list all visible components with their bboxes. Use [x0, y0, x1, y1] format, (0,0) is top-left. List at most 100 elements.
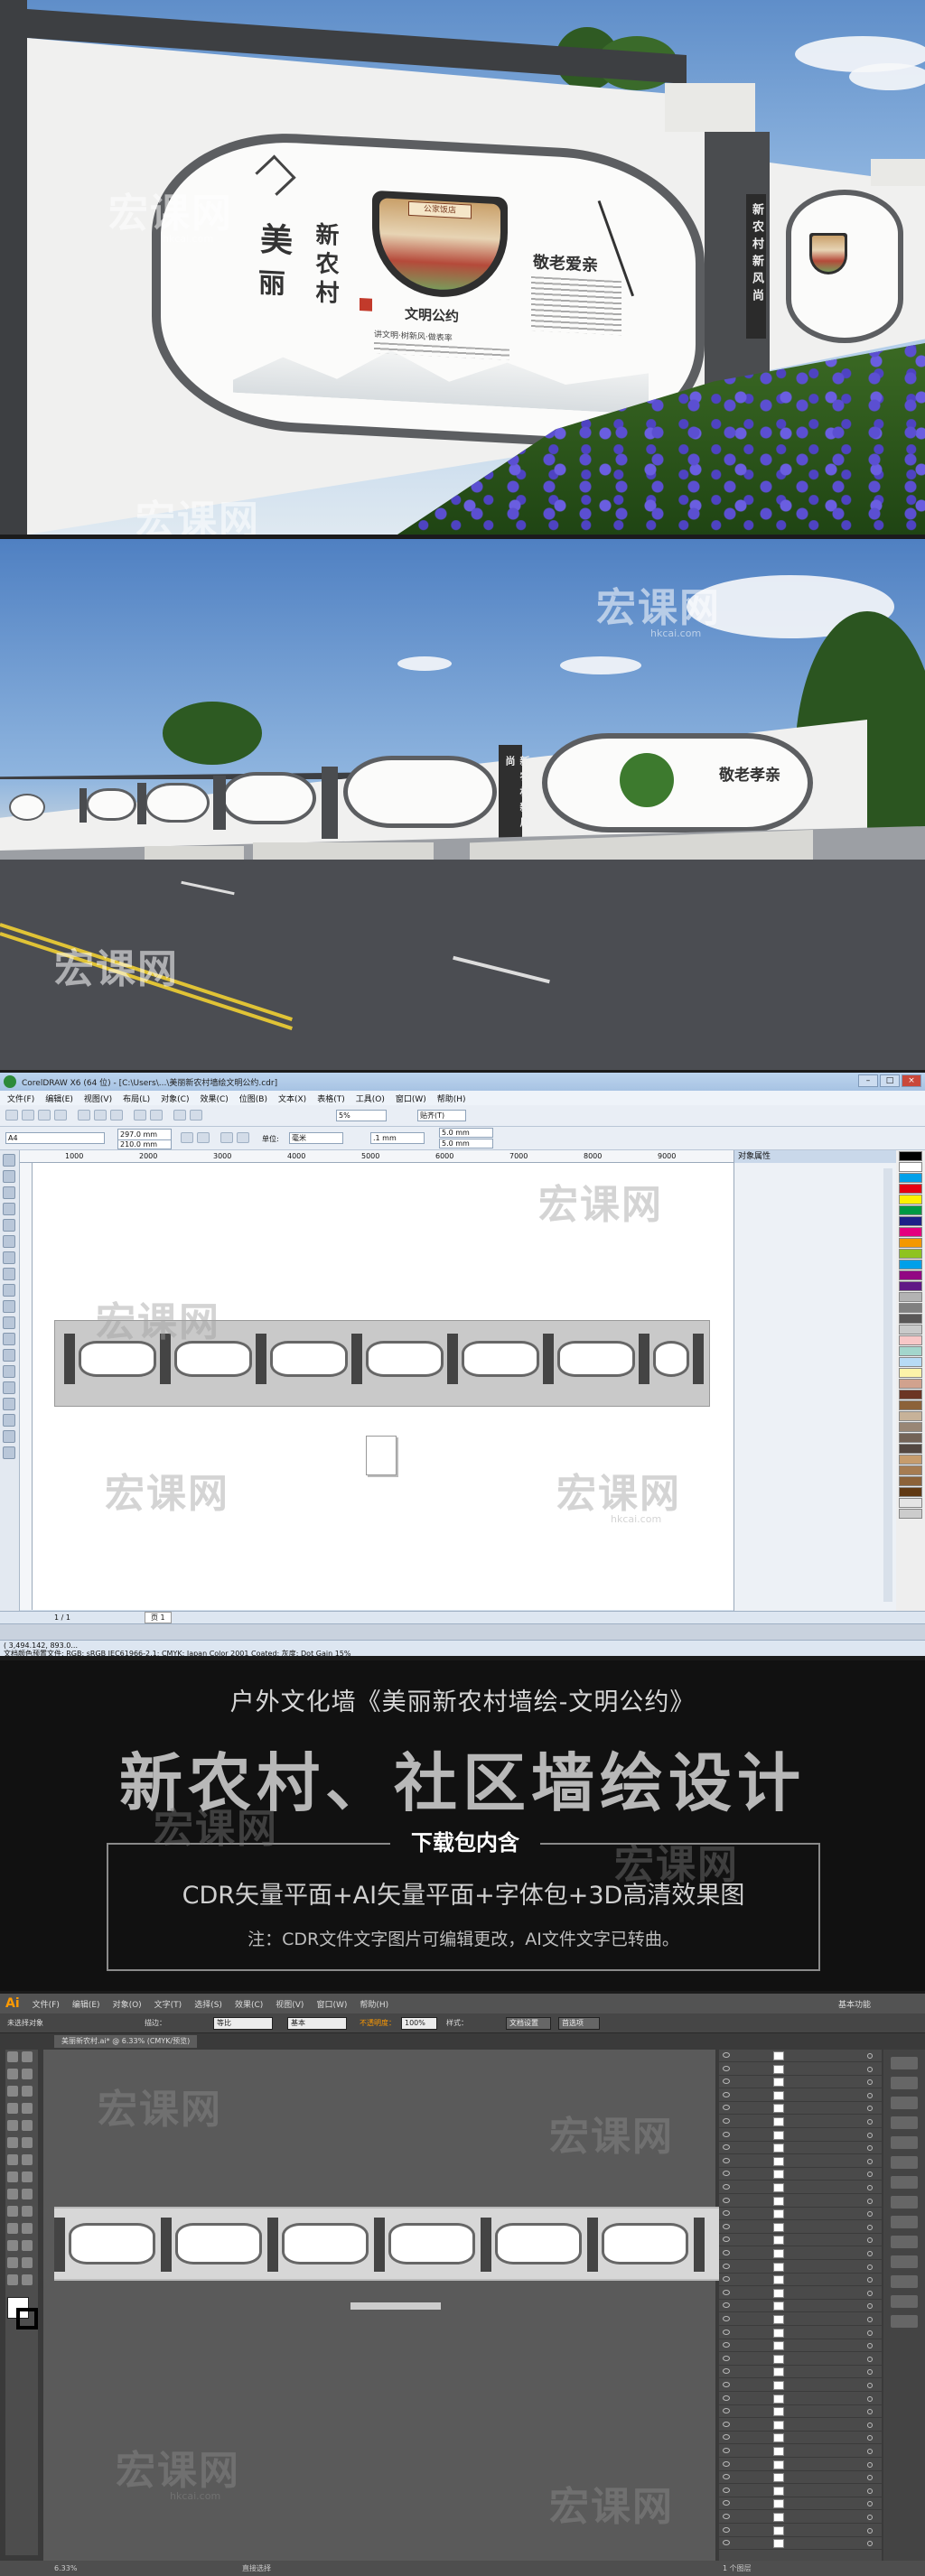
palette-swatch[interactable] [899, 1216, 922, 1226]
appearance-panel-icon[interactable] [891, 2196, 918, 2209]
target-circle-icon[interactable] [867, 2079, 873, 2086]
target-circle-icon[interactable] [867, 2132, 873, 2138]
visibility-eye-icon[interactable] [723, 2105, 730, 2111]
graph-icon[interactable] [22, 2240, 33, 2251]
palette-swatch[interactable] [899, 1238, 922, 1248]
close-button[interactable]: × [902, 1074, 921, 1087]
menu-object[interactable]: 对象(C) [161, 1093, 189, 1104]
visibility-eye-icon[interactable] [723, 2184, 730, 2190]
target-circle-icon[interactable] [867, 2224, 873, 2230]
layer-row[interactable] [719, 2419, 882, 2432]
palette-swatch[interactable] [899, 1292, 922, 1302]
menu-table[interactable]: 表格(T) [317, 1093, 345, 1104]
interactive-fill-icon[interactable] [3, 1446, 15, 1459]
target-circle-icon[interactable] [867, 2330, 873, 2336]
target-circle-icon[interactable] [867, 2251, 873, 2256]
menu-bitmaps[interactable]: 位图(B) [239, 1093, 267, 1104]
open-icon[interactable] [22, 1110, 34, 1121]
palette-swatch[interactable] [899, 1498, 922, 1508]
menu-window[interactable]: 窗口(W) [396, 1093, 426, 1104]
visibility-eye-icon[interactable] [723, 2144, 730, 2151]
snap-select[interactable]: 贴齐(T) [417, 1110, 466, 1121]
artboard-canvas[interactable]: 宏课网 宏课网 宏课网 hkcai.com 宏课网 [43, 2050, 726, 2561]
align-panel-icon[interactable] [891, 2275, 918, 2288]
target-circle-icon[interactable] [867, 2317, 873, 2322]
target-circle-icon[interactable] [867, 2409, 873, 2415]
eraser-icon[interactable] [22, 2137, 33, 2148]
palette-swatch[interactable] [899, 1422, 922, 1432]
free-transform-icon[interactable] [22, 2171, 33, 2182]
eyedropper-icon[interactable] [7, 2223, 18, 2234]
visibility-eye-icon[interactable] [723, 2157, 730, 2163]
palette-swatch[interactable] [899, 1151, 922, 1161]
layer-row[interactable] [719, 2525, 882, 2537]
visibility-eye-icon[interactable] [723, 2434, 730, 2441]
menu-edit[interactable]: 编辑(E) [45, 1093, 73, 1104]
visibility-eye-icon[interactable] [723, 2210, 730, 2217]
palette-swatch[interactable] [899, 1249, 922, 1259]
target-circle-icon[interactable] [867, 2488, 873, 2494]
menu-window[interactable]: 窗口(W) [316, 1998, 347, 2010]
visibility-eye-icon[interactable] [723, 2526, 730, 2533]
menu-text[interactable]: 文本(X) [278, 1093, 306, 1104]
new-icon[interactable] [5, 1110, 18, 1121]
target-circle-icon[interactable] [867, 2066, 873, 2072]
layer-row[interactable] [719, 2445, 882, 2458]
all-pages-icon[interactable] [220, 1132, 233, 1143]
ellipse-tool-icon[interactable] [3, 1268, 15, 1280]
lasso-icon[interactable] [22, 2069, 33, 2079]
layer-row[interactable] [719, 2221, 882, 2234]
visibility-eye-icon[interactable] [723, 2514, 730, 2519]
layer-row[interactable] [719, 2116, 882, 2128]
paintbrush-icon[interactable] [7, 2120, 18, 2131]
dimension-tool-icon[interactable] [3, 1349, 15, 1362]
palette-swatch[interactable] [899, 1400, 922, 1410]
redo-icon[interactable] [150, 1110, 163, 1121]
line-tool-icon[interactable] [7, 2103, 18, 2114]
layer-row[interactable] [719, 2497, 882, 2511]
visibility-eye-icon[interactable] [723, 2540, 730, 2546]
height-field[interactable]: 210.0 mm [117, 1139, 172, 1149]
menu-help[interactable]: 帮助(H) [360, 1998, 388, 2010]
target-circle-icon[interactable] [867, 2290, 873, 2296]
menu-view[interactable]: 视图(V) [276, 1998, 304, 2010]
palette-swatch[interactable] [899, 1335, 922, 1345]
layer-row[interactable] [719, 2050, 882, 2062]
target-circle-icon[interactable] [867, 2171, 873, 2178]
menu-effect[interactable]: 效果(C) [235, 1998, 263, 2010]
copy-icon[interactable] [94, 1110, 107, 1121]
import-icon[interactable] [173, 1110, 186, 1121]
visibility-eye-icon[interactable] [723, 2250, 730, 2255]
visibility-eye-icon[interactable] [723, 2289, 730, 2295]
zoom-icon[interactable] [22, 2274, 33, 2285]
artboards-panel-icon[interactable] [891, 2255, 918, 2268]
target-circle-icon[interactable] [867, 2264, 873, 2270]
visibility-eye-icon[interactable] [723, 2263, 730, 2269]
paste-icon[interactable] [110, 1110, 123, 1121]
target-circle-icon[interactable] [867, 2343, 873, 2349]
brush-select[interactable]: 基本 [287, 2017, 347, 2030]
menu-effects[interactable]: 效果(C) [200, 1093, 228, 1104]
target-circle-icon[interactable] [867, 2422, 873, 2428]
cut-icon[interactable] [78, 1110, 90, 1121]
table-tool-icon[interactable] [3, 1333, 15, 1345]
layer-row[interactable] [719, 2366, 882, 2379]
palette-swatch[interactable] [899, 1444, 922, 1454]
shape-tool-icon[interactable] [3, 1170, 15, 1183]
stroke-swatch[interactable] [16, 2308, 38, 2330]
palette-swatch[interactable] [899, 1509, 922, 1519]
pick-tool-icon[interactable] [3, 1154, 15, 1167]
artboard-icon[interactable] [7, 2257, 18, 2268]
gradient-panel-icon[interactable] [891, 2156, 918, 2169]
target-circle-icon[interactable] [867, 2053, 873, 2059]
connector-tool-icon[interactable] [3, 1365, 15, 1378]
layer-row[interactable] [719, 2274, 882, 2287]
layer-row[interactable] [719, 2287, 882, 2300]
nudge-field[interactable]: .1 mm [370, 1132, 425, 1144]
visibility-eye-icon[interactable] [723, 2078, 730, 2085]
selection-tool-icon[interactable] [7, 2051, 18, 2062]
palette-swatch[interactable] [899, 1487, 922, 1497]
palette-swatch[interactable] [899, 1433, 922, 1443]
visibility-eye-icon[interactable] [723, 2500, 730, 2506]
workspace-switcher[interactable]: 基本功能 [838, 1998, 871, 2010]
